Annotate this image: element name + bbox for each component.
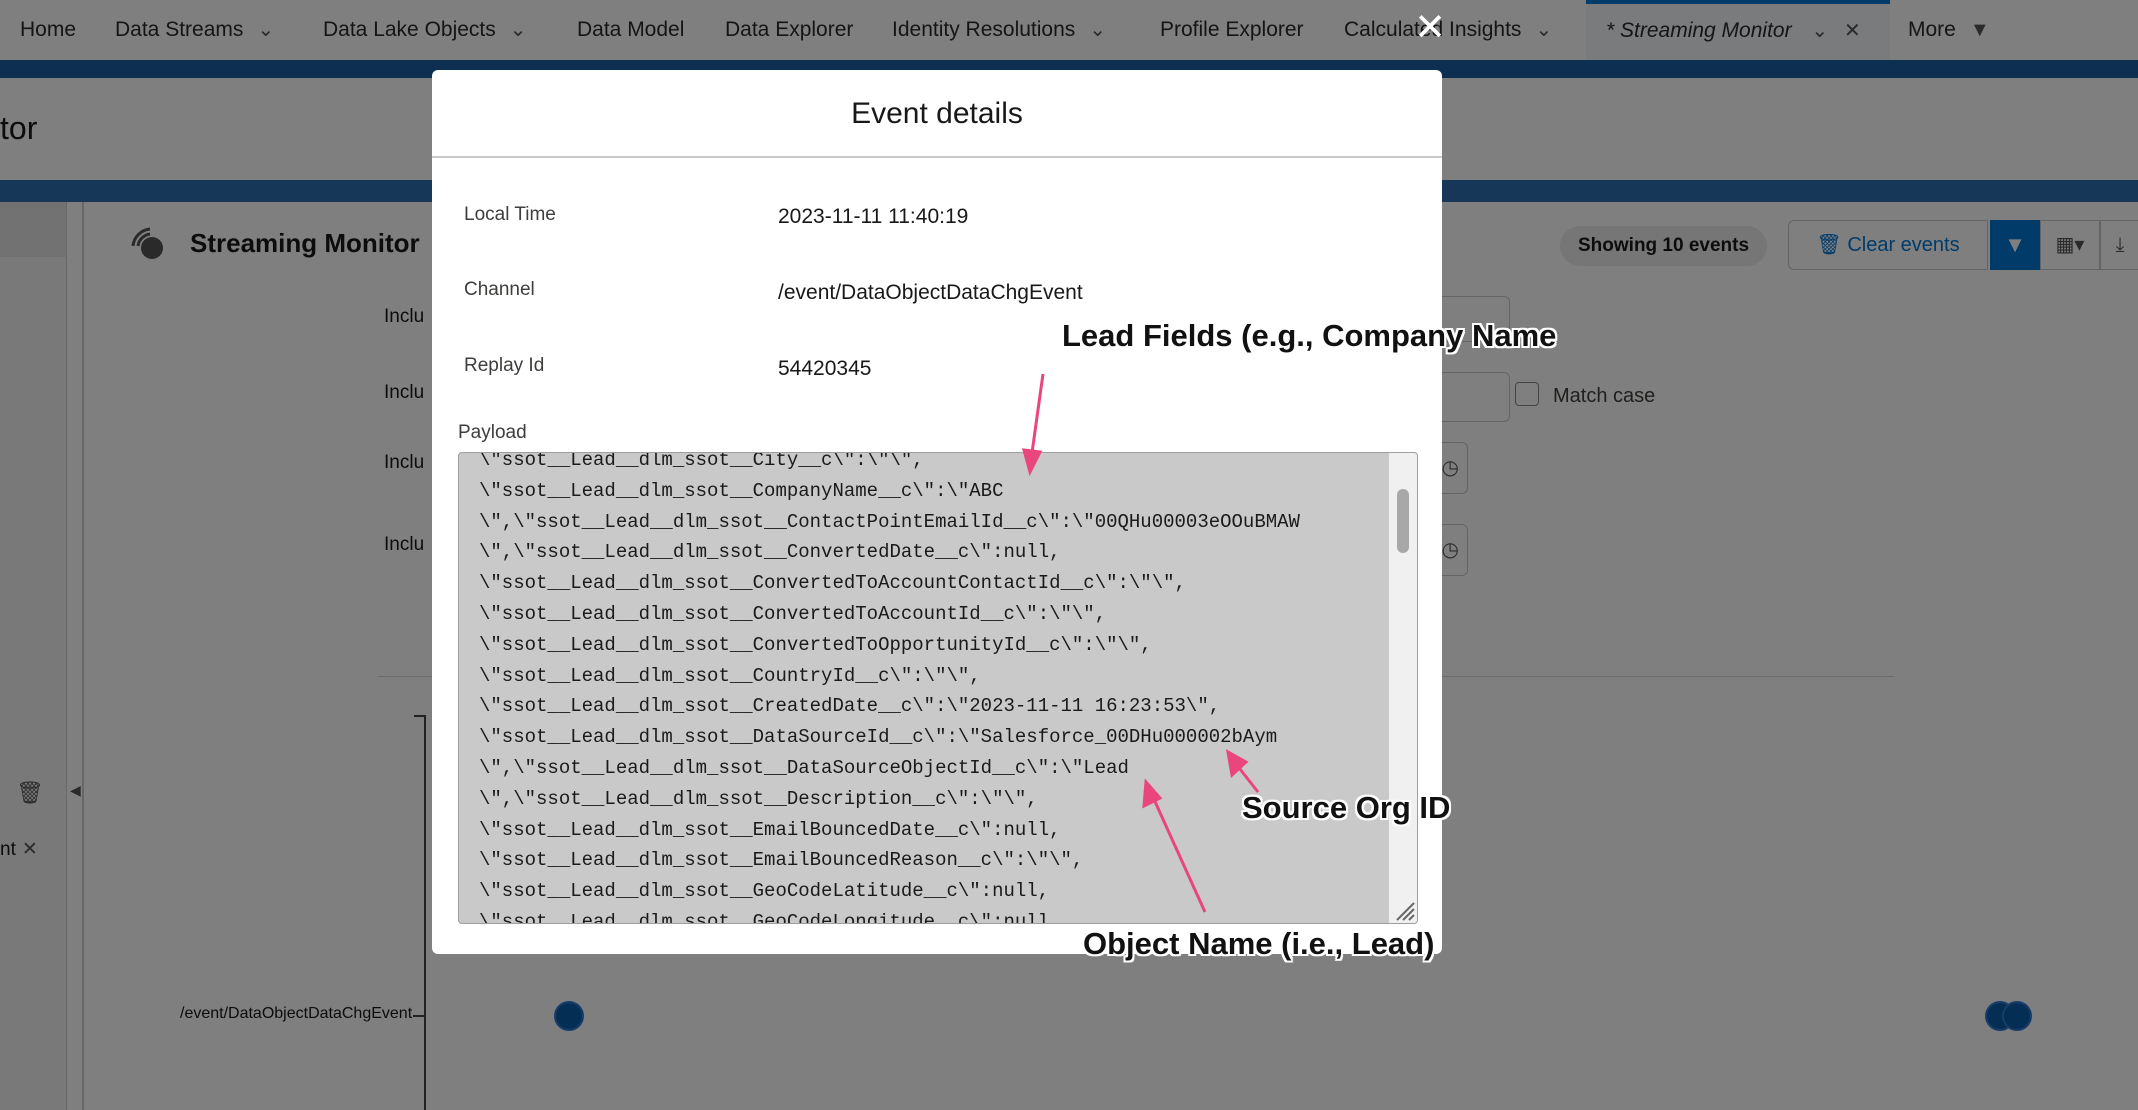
annotation-lead-fields: Lead Fields (e.g., Company Name [1062,318,1557,353]
arrow-object-name [1150,794,1207,913]
annotation-source-org-id: Source Org ID [1242,790,1451,825]
arrow-head-object-name [1142,778,1163,809]
annotation-object-name: Object Name (i.e., Lead) [1083,926,1435,961]
arrow-lead-fields [1029,373,1045,461]
arrow-head-lead-fields [1021,448,1043,477]
annotation-arrows [1021,373,1260,913]
